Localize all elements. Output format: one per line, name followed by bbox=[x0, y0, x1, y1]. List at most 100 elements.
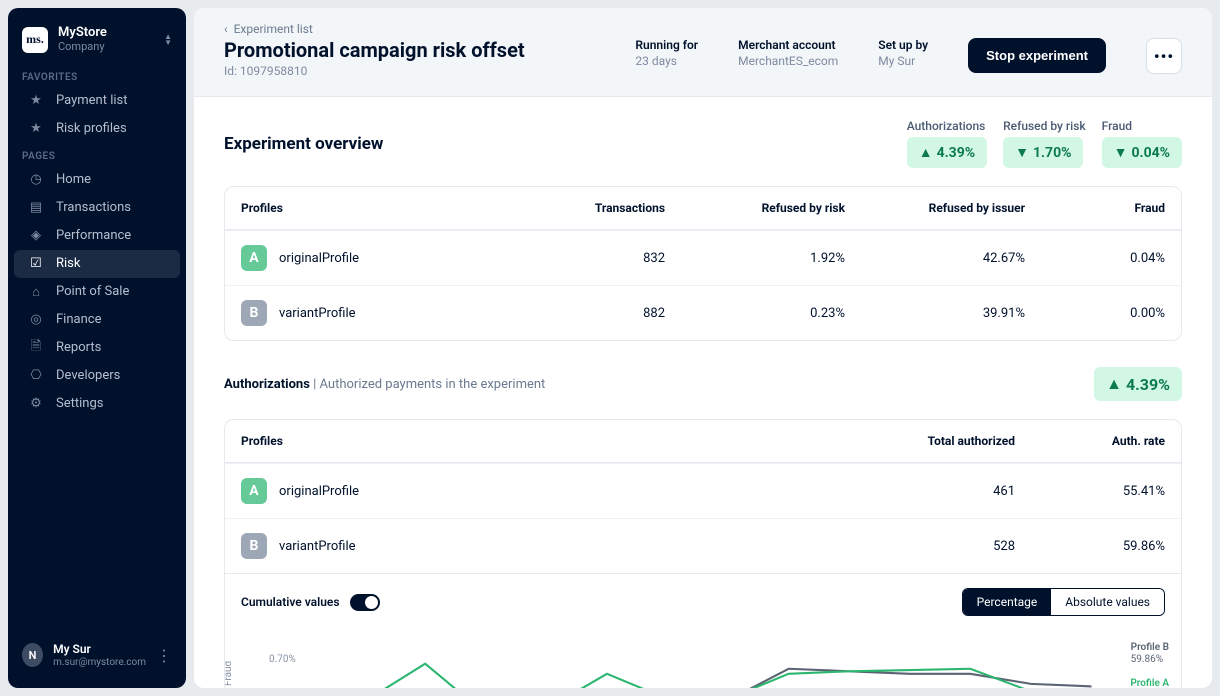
cumulative-toggle[interactable] bbox=[350, 594, 380, 611]
more-actions-button[interactable]: ••• bbox=[1146, 38, 1182, 74]
seg-percentage[interactable]: Percentage bbox=[963, 589, 1052, 615]
sidebar-item-label: Finance bbox=[56, 312, 101, 327]
user-name: My Sur bbox=[53, 643, 146, 657]
sidebar-item-reports[interactable]: 🗎 Reports bbox=[14, 334, 180, 362]
auth-table: Profiles Total authorized Auth. rate Aor… bbox=[224, 419, 1182, 688]
legend-b: Profile B 59.86% bbox=[1131, 642, 1169, 665]
org-logo: ms. bbox=[22, 27, 48, 53]
pages-label: PAGES bbox=[8, 143, 186, 166]
sidebar-item-label: Transactions bbox=[56, 200, 131, 215]
overview-table: Profiles Transactions Refused by risk Re… bbox=[224, 186, 1182, 341]
table-row: AoriginalProfile 461 55.41% bbox=[225, 463, 1181, 518]
table-row: BvariantProfile 528 59.86% bbox=[225, 518, 1181, 573]
col-auth-rate: Auth. rate bbox=[1015, 434, 1165, 448]
main: ‹Experiment list Promotional campaign ri… bbox=[194, 8, 1212, 688]
diamond-icon: ◈ bbox=[28, 228, 44, 244]
sidebar-item-finance[interactable]: ◎ Finance bbox=[14, 306, 180, 334]
profile-name: variantProfile bbox=[279, 539, 356, 554]
star-icon: ★ bbox=[28, 121, 44, 137]
org-sub: Company bbox=[58, 41, 107, 54]
chart-ylabel: Fraud bbox=[224, 661, 234, 686]
gear-icon: ⚙ bbox=[28, 396, 44, 412]
shield-icon: ☑ bbox=[28, 256, 44, 272]
sidebar-item-label: Settings bbox=[56, 396, 103, 411]
page-header: ‹Experiment list Promotional campaign ri… bbox=[194, 8, 1212, 97]
meta-merchant: Merchant accountMerchantES_ecom bbox=[738, 38, 838, 68]
legend-a: Profile A 55.41% bbox=[1130, 678, 1169, 688]
chevron-updown-icon: ▲▼ bbox=[164, 34, 172, 46]
cell: 0.23% bbox=[665, 306, 845, 321]
cell: 882 bbox=[525, 306, 665, 321]
meta-setup-by: Set up byMy Sur bbox=[878, 38, 928, 68]
sidebar-item-label: Home bbox=[56, 172, 91, 187]
store-icon: ⌂ bbox=[28, 284, 44, 300]
value-mode-segmented[interactable]: Percentage Absolute values bbox=[962, 588, 1165, 616]
sidebar-item-settings[interactable]: ⚙ Settings bbox=[14, 390, 180, 418]
back-link[interactable]: ‹ Experiment list bbox=[224, 22, 1182, 36]
cell: 55.41% bbox=[1015, 484, 1165, 499]
profile-name: originalProfile bbox=[279, 251, 359, 266]
sidebar-item-label: Risk profiles bbox=[56, 121, 127, 136]
sidebar-item-label: Risk bbox=[56, 256, 80, 271]
org-name: MyStore bbox=[58, 26, 107, 41]
chevron-left-icon: ‹ bbox=[224, 22, 228, 36]
table-row: BvariantProfile 882 0.23% 39.91% 0.00% bbox=[225, 285, 1181, 340]
cell: 1.92% bbox=[665, 251, 845, 266]
sidebar-item-developers[interactable]: ⎔ Developers bbox=[14, 362, 180, 390]
seg-absolute[interactable]: Absolute values bbox=[1051, 589, 1164, 615]
experiment-id: Id: 1097958810 bbox=[224, 64, 595, 78]
profile-name: originalProfile bbox=[279, 484, 359, 499]
code-icon: ⎔ bbox=[28, 368, 44, 384]
sidebar-item-performance[interactable]: ◈ Performance bbox=[14, 222, 180, 250]
user-menu[interactable]: N My Sur m.sur@mystore.com ⋮ bbox=[8, 633, 186, 678]
sidebar-item-label: Payment list bbox=[56, 93, 128, 108]
more-icon: ⋮ bbox=[156, 646, 172, 665]
sidebar-item-pos[interactable]: ⌂ Point of Sale bbox=[14, 278, 180, 306]
sidebar-item-label: Reports bbox=[56, 340, 101, 355]
cell: 528 bbox=[835, 539, 1015, 554]
cell: 0.04% bbox=[1025, 251, 1165, 266]
sidebar-item-label: Developers bbox=[56, 368, 120, 383]
file-icon: 🗎 bbox=[28, 340, 44, 356]
sidebar-item-risk[interactable]: ☑ Risk bbox=[14, 250, 180, 278]
list-icon: ▤ bbox=[28, 200, 44, 216]
cell: 0.00% bbox=[1025, 306, 1165, 321]
col-refused-risk: Refused by risk bbox=[665, 201, 845, 215]
back-label: Experiment list bbox=[234, 22, 313, 36]
avatar: N bbox=[22, 643, 43, 667]
auth-section-title: Authorizations | Authorized payments in … bbox=[224, 377, 545, 392]
sidebar-item-payment-list[interactable]: ★ Payment list bbox=[14, 87, 180, 115]
sidebar-item-risk-profiles[interactable]: ★ Risk profiles bbox=[14, 115, 180, 143]
auth-chart: Fraud 0.70% 0.35% Profile B 59.86% Profi… bbox=[241, 636, 1165, 688]
coin-icon: ◎ bbox=[28, 312, 44, 328]
cell: 59.86% bbox=[1015, 539, 1165, 554]
col-total-auth: Total authorized bbox=[835, 434, 1015, 448]
star-icon: ★ bbox=[28, 93, 44, 109]
col-transactions: Transactions bbox=[525, 201, 665, 215]
sidebar-item-home[interactable]: ◷ Home bbox=[14, 166, 180, 194]
gauge-icon: ◷ bbox=[28, 172, 44, 188]
sidebar-item-label: Performance bbox=[56, 228, 131, 243]
user-email: m.sur@mystore.com bbox=[53, 657, 146, 669]
sidebar-item-label: Point of Sale bbox=[56, 284, 129, 299]
cell: 461 bbox=[835, 484, 1015, 499]
col-profiles: Profiles bbox=[241, 201, 525, 215]
profile-chip: A bbox=[241, 245, 267, 271]
col-refused-issuer: Refused by issuer bbox=[845, 201, 1025, 215]
cumulative-label: Cumulative values bbox=[241, 595, 340, 609]
sidebar: ms. MyStore Company ▲▼ FAVORITES ★ Paymen… bbox=[8, 8, 186, 688]
col-fraud: Fraud bbox=[1025, 201, 1165, 215]
auth-delta-pill: ▲4.39% bbox=[1094, 367, 1182, 401]
favorites-label: FAVORITES bbox=[8, 64, 186, 87]
meta-running-for: Running for23 days bbox=[635, 38, 698, 68]
col-profiles: Profiles bbox=[241, 434, 835, 448]
stat-authorizations: Authorizations ▲4.39% bbox=[907, 119, 987, 168]
org-switcher[interactable]: ms. MyStore Company ▲▼ bbox=[8, 20, 186, 64]
sidebar-item-transactions[interactable]: ▤ Transactions bbox=[14, 194, 180, 222]
cell: 42.67% bbox=[845, 251, 1025, 266]
profile-chip: A bbox=[241, 478, 267, 504]
overview-title: Experiment overview bbox=[224, 134, 891, 154]
stop-experiment-button[interactable]: Stop experiment bbox=[968, 38, 1106, 73]
stat-refused-risk: Refused by risk ▼1.70% bbox=[1003, 119, 1086, 168]
profile-name: variantProfile bbox=[279, 306, 356, 321]
